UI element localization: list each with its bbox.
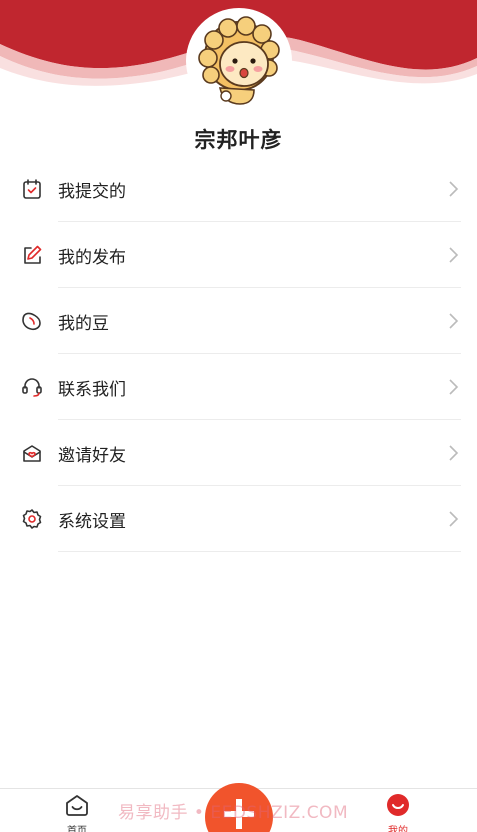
edit-pencil-icon xyxy=(20,243,44,267)
menu-item-contact[interactable]: 联系我们 xyxy=(0,354,477,420)
username: 宗邦叶彦 xyxy=(194,128,283,152)
avatar[interactable] xyxy=(192,14,286,108)
watermark-text: 易享助手 • EEDSHZIZ.COM xyxy=(118,803,349,823)
menu-item-label: 联系我们 xyxy=(58,379,126,400)
home-icon xyxy=(66,795,88,816)
menu-item-posts[interactable]: 我的发布 xyxy=(0,222,477,288)
tab-mine-label: 我的 xyxy=(388,826,408,832)
chevron-right-icon xyxy=(449,379,459,395)
tab-home[interactable]: 首页 xyxy=(47,793,107,832)
menu-item-label: 邀请好友 xyxy=(58,445,126,466)
chevron-right-icon xyxy=(449,445,459,461)
calendar-check-icon xyxy=(20,177,44,201)
menu-item-label: 系统设置 xyxy=(58,511,126,532)
gear-icon xyxy=(20,507,44,531)
headset-icon xyxy=(20,375,44,399)
menu-item-label: 我提交的 xyxy=(58,181,126,202)
menu-item-label: 我的发布 xyxy=(58,247,126,268)
chevron-right-icon xyxy=(449,181,459,197)
profile-menu-list: 我提交的 我的发布 我的豆 联系我们 邀请好友 系统设置 xyxy=(0,156,477,552)
avatar-frame[interactable] xyxy=(186,8,292,114)
menu-item-beans[interactable]: 我的豆 xyxy=(0,288,477,354)
invite-envelope-icon xyxy=(20,441,44,465)
menu-item-settings[interactable]: 系统设置 xyxy=(0,486,477,552)
lion-avatar-illustration xyxy=(192,14,286,108)
chevron-right-icon xyxy=(449,511,459,527)
chevron-right-icon xyxy=(449,313,459,329)
bean-icon xyxy=(20,309,44,333)
menu-item-label: 我的豆 xyxy=(58,313,109,334)
menu-item-invite[interactable]: 邀请好友 xyxy=(0,420,477,486)
profile-smile-icon xyxy=(387,794,409,816)
divider xyxy=(58,551,461,552)
tab-mine[interactable]: 我的 xyxy=(368,793,428,832)
chevron-right-icon xyxy=(449,247,459,263)
menu-item-submitted[interactable]: 我提交的 xyxy=(0,156,477,222)
tab-home-label: 首页 xyxy=(67,826,87,832)
